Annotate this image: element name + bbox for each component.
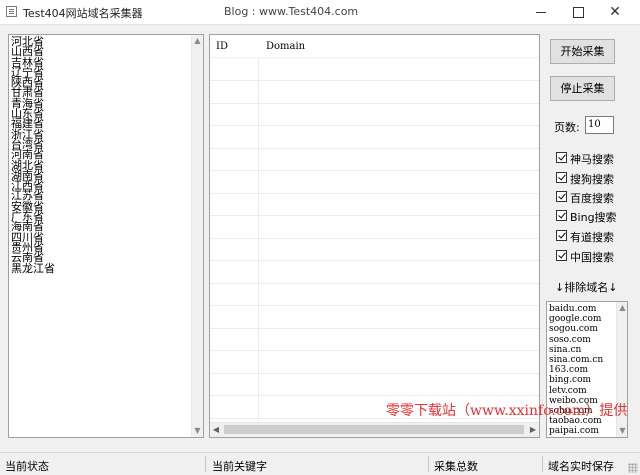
exclude-domain-item[interactable]: sina.cn [549, 345, 603, 355]
checkbox-checked-icon[interactable] [556, 191, 567, 202]
status-divider [428, 456, 429, 472]
stop-collect-button[interactable]: 停止采集 [550, 76, 615, 101]
grid-column-divider [258, 57, 259, 423]
close-button[interactable]: ✕ [598, 0, 632, 24]
engine-label: 百度搜索 [570, 192, 614, 205]
grid-row-line [210, 215, 539, 216]
grid-row-line [210, 102, 539, 104]
exclude-domain-item[interactable]: soso.com [549, 335, 603, 345]
pages-input[interactable]: 10 [585, 116, 614, 134]
results-grid[interactable]: ID Domain ◀ ▶ [209, 34, 540, 438]
start-collect-button[interactable]: 开始采集 [550, 39, 615, 64]
scroll-right-icon[interactable]: ▶ [527, 423, 539, 437]
pages-label: 页数: [554, 121, 580, 134]
exclude-domain-item[interactable]: bing.com [549, 375, 603, 385]
grid-row-line [210, 80, 539, 81]
window-title: Test404网站域名采集器 [23, 7, 143, 20]
exclude-domain-item[interactable]: letv.com [549, 386, 603, 396]
province-items: 河北省 山西省 吉林省 辽宁省 陕西省 甘肃省 青海省 山东省 福建省 浙江省 台湾省 河南省 湖北省湖… [11, 36, 55, 274]
scroll-thumb[interactable] [224, 425, 524, 434]
status-bar: 当前状态 当前关键字 采集总数 域名实时保存 [0, 452, 640, 475]
column-id[interactable]: ID [216, 41, 228, 52]
exclude-domain-item[interactable]: sogou.com [549, 324, 603, 334]
exclude-domain-item[interactable]: google.com [549, 314, 603, 324]
watermark: 零零下载站（www.xxinfo.com）提供 [386, 403, 628, 419]
grid-row-line [210, 350, 539, 351]
checkbox-checked-icon[interactable] [556, 152, 567, 163]
grid-horizontal-scrollbar[interactable]: ◀ ▶ [210, 422, 539, 437]
exclude-domain-item[interactable]: sina.com.cn [549, 355, 603, 365]
status-current-state: 当前状态 [5, 460, 49, 473]
scroll-up-icon[interactable]: ▲ [617, 302, 628, 314]
exclude-domain-item[interactable]: baidu.com [549, 304, 603, 314]
scroll-left-icon[interactable]: ◀ [210, 423, 222, 437]
status-current-keyword: 当前关键字 [212, 460, 267, 473]
scroll-down-icon[interactable]: ▼ [617, 425, 628, 437]
province-scrollbar[interactable]: ▲ ▼ [191, 35, 203, 437]
scroll-up-icon[interactable]: ▲ [192, 35, 203, 47]
app-icon [6, 6, 17, 17]
province-list[interactable]: 河北省 山西省 吉林省 辽宁省 陕西省 甘肃省 青海省 山东省 福建省 浙江省 台湾省 河南省 湖北省湖… [8, 34, 204, 438]
grid-row-line [210, 125, 539, 126]
status-realtime-save[interactable]: 域名实时保存 [548, 458, 614, 474]
checkbox-checked-icon[interactable] [556, 210, 567, 221]
grid-row-line [210, 327, 539, 329]
grid-header: ID Domain [210, 35, 539, 58]
checkbox-checked-icon[interactable] [556, 172, 567, 183]
status-collected-count: 采集总数 [434, 460, 478, 473]
engine-label: 神马搜索 [570, 153, 614, 166]
resize-grip-icon[interactable] [628, 463, 638, 473]
exclude-domain-item[interactable]: paipai.com [549, 426, 603, 436]
grid-row-line [210, 372, 539, 374]
checkbox-checked-icon[interactable] [556, 250, 567, 261]
column-domain[interactable]: Domain [266, 41, 305, 52]
status-divider [205, 456, 206, 472]
checkbox-checked-icon[interactable] [556, 230, 567, 241]
grid-row-line [210, 260, 539, 261]
blog-url: Blog : www.Test404.com [224, 5, 359, 18]
grid-row-line [210, 282, 539, 284]
maximize-button[interactable] [561, 0, 595, 24]
exclude-domain-item[interactable]: 163.com [549, 365, 603, 375]
province-item[interactable]: 黑龙江省 [11, 262, 55, 274]
scroll-down-icon[interactable]: ▼ [192, 425, 203, 437]
grid-row-line [210, 305, 539, 306]
grid-row-line [210, 192, 539, 194]
engine-label: 中国搜索 [570, 251, 614, 264]
grid-row-line [210, 147, 539, 149]
engine-label: 有道搜索 [570, 231, 614, 244]
engine-label: Bing搜索 [570, 211, 617, 224]
grid-row-line [210, 237, 539, 239]
grid-row-line [210, 395, 539, 396]
exclude-domains-label: ↓排除域名↓ [555, 281, 618, 294]
engine-label: 搜狗搜索 [570, 173, 614, 186]
grid-row-line [210, 170, 539, 171]
status-divider [542, 456, 543, 472]
title-bar: Test404网站域名采集器 Blog : www.Test404.com ✕ [0, 0, 640, 25]
minimize-button[interactable] [524, 0, 558, 24]
